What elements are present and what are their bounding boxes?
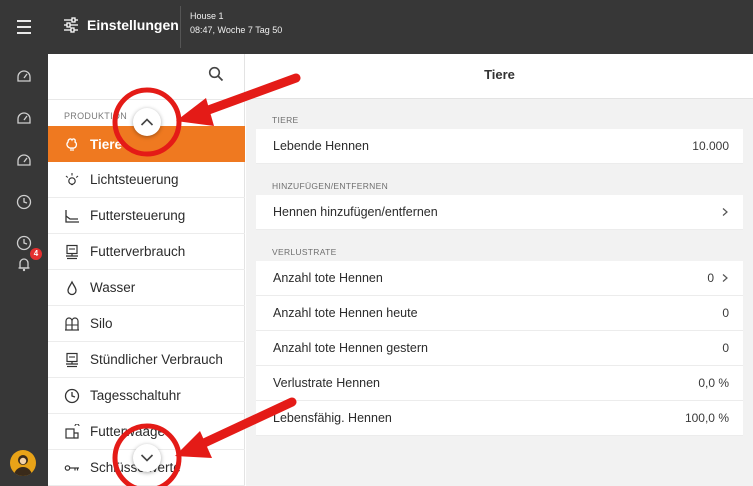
- clock-icon: [64, 388, 80, 403]
- row-value: 10.000: [692, 139, 729, 153]
- hen-icon: [66, 138, 78, 151]
- row-label: Lebende Hennen: [273, 139, 369, 153]
- row-label: Anzahl tote Hennen: [273, 271, 383, 285]
- chevron-down-icon: [140, 454, 154, 462]
- sidebar-item-lichtsteuerung[interactable]: Lichtsteuerung: [48, 162, 245, 198]
- sidebar-item-wasser[interactable]: Wasser: [48, 270, 245, 306]
- sidebar-item-label: Silo: [90, 316, 113, 331]
- sidebar-item-futtersteuerung[interactable]: Futtersteuerung: [48, 198, 245, 234]
- scroll-up-button[interactable]: [133, 108, 161, 136]
- group-label-hinzufuegen: HINZUFÜGEN/ENTFERNEN: [272, 181, 389, 191]
- group-label-tiere: TIERE: [272, 115, 299, 125]
- key-icon: [64, 464, 79, 471]
- section-label-produktion: PRODUKTION: [64, 111, 128, 121]
- row-hennen-hinzufuegen[interactable]: Hennen hinzufügen/entfernen: [256, 195, 743, 230]
- house-name: House 1: [190, 11, 224, 21]
- light-icon: [65, 172, 79, 185]
- main-panel: Tiere TIERE Lebende Hennen 10.000 HINZUF…: [246, 54, 753, 486]
- row-lebensfaehig-hennen: Lebensfähig. Hennen 100,0 %: [256, 401, 743, 436]
- clock-icon[interactable]: [16, 194, 32, 210]
- dashboard-gauge-icon[interactable]: [16, 110, 32, 126]
- row-value: 100,0 %: [684, 411, 729, 425]
- row-value: 0,0 %: [698, 376, 729, 390]
- top-bar: Einstellungen House 1 08:47, Woche 7 Tag…: [0, 0, 753, 54]
- avatar-icon: [14, 455, 32, 476]
- scroll-down-button[interactable]: [133, 444, 161, 472]
- menu-button[interactable]: [0, 0, 48, 54]
- panel-title: Tiere: [246, 54, 753, 99]
- user-avatar[interactable]: [10, 450, 36, 476]
- hamburger-icon: [17, 18, 31, 36]
- row-label: Verlustrate Hennen: [273, 376, 381, 390]
- sidebar-item-label: Tagesschaltuhr: [90, 388, 181, 403]
- page-title: Einstellungen: [87, 17, 179, 33]
- row-lebende-hennen: Lebende Hennen 10.000: [256, 129, 743, 164]
- sidebar-item-label: Wasser: [90, 280, 136, 295]
- scale-icon: [66, 244, 78, 259]
- sidebar-item-label: Futterverbrauch: [90, 244, 186, 259]
- clock-icon[interactable]: [16, 235, 32, 251]
- water-drop-icon: [67, 280, 77, 295]
- sidebar-item-label: Lichtsteuerung: [90, 172, 179, 187]
- notification-badge: 4: [30, 248, 42, 260]
- row-tote-hennen-gestern: Anzahl tote Hennen gestern 0: [256, 331, 743, 366]
- feed-scale-icon: [65, 423, 80, 439]
- row-value: 0: [707, 271, 714, 285]
- sidebar-item-label: Tiere: [90, 136, 123, 152]
- sidebar-item-label: Stündlicher Verbrauch: [90, 352, 223, 367]
- bell-icon[interactable]: [16, 256, 32, 272]
- house-time: 08:47, Woche 7 Tag 50: [190, 25, 283, 35]
- row-label: Lebensfähig. Hennen: [273, 411, 392, 425]
- sidebar-item-label: Futtersteuerung: [90, 208, 186, 223]
- chevron-right-icon: [722, 274, 728, 282]
- divider: [48, 99, 245, 100]
- row-value: 0: [722, 306, 729, 320]
- dashboard-gauge-icon[interactable]: [16, 152, 32, 168]
- dashboard-gauge-icon[interactable]: [16, 68, 32, 84]
- icon-rail: 4: [0, 54, 48, 486]
- sidebar-item-stuendlicher-verbrauch[interactable]: Stündlicher Verbrauch: [48, 342, 245, 378]
- row-label: Hennen hinzufügen/entfernen: [273, 205, 438, 219]
- sidebar-item-label: Futterwaage: [90, 424, 166, 439]
- silo-icon: [65, 316, 79, 331]
- row-label: Anzahl tote Hennen gestern: [273, 341, 428, 355]
- row-tote-hennen-heute: Anzahl tote Hennen heute 0: [256, 296, 743, 331]
- settings-sliders-icon: [64, 17, 78, 33]
- group-label-verlustrate: VERLUSTRATE: [272, 247, 337, 257]
- sidebar-item-tagesschaltuhr[interactable]: Tagesschaltuhr: [48, 378, 245, 414]
- search-icon[interactable]: [208, 66, 224, 82]
- scale-icon: [66, 352, 78, 367]
- row-label: Anzahl tote Hennen heute: [273, 306, 418, 320]
- sidebar-item-silo[interactable]: Silo: [48, 306, 245, 342]
- row-verlustrate-hennen: Verlustrate Hennen 0,0 %: [256, 366, 743, 401]
- chevron-up-icon: [140, 118, 154, 126]
- sidebar-item-futterverbrauch[interactable]: Futterverbrauch: [48, 234, 245, 270]
- header-divider: [180, 6, 181, 48]
- chevron-right-icon: [722, 208, 728, 216]
- feed-control-icon: [65, 209, 79, 223]
- row-value: 0: [722, 341, 729, 355]
- row-anzahl-tote-hennen[interactable]: Anzahl tote Hennen 0: [256, 261, 743, 296]
